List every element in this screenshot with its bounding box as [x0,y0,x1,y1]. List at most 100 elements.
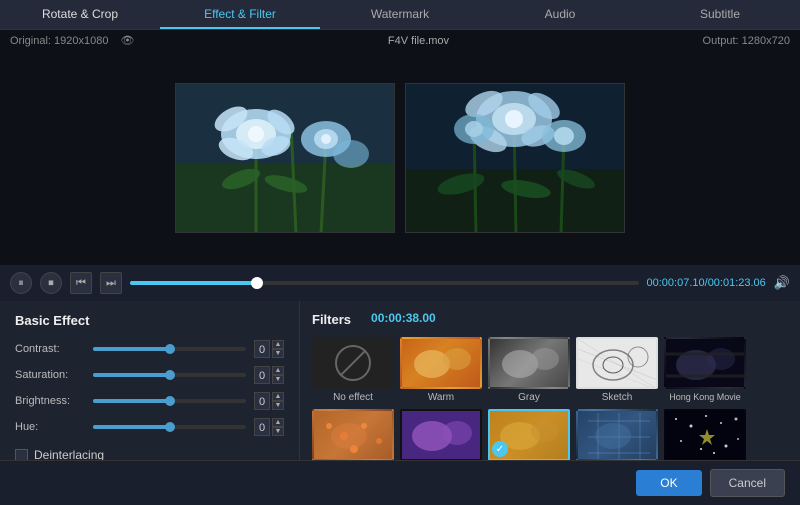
contrast-row: Contrast: 0 ▲ ▼ [15,340,284,358]
prev-frame-button[interactable]: ⏮ [70,272,92,294]
contrast-slider[interactable] [93,347,246,351]
original-size-label: Original: 1920x1080 [10,35,108,47]
filters-title: Filters [312,312,351,327]
saturation-label: Saturation: [15,369,85,381]
progress-handle[interactable] [251,277,263,289]
hue-down[interactable]: ▼ [272,427,284,436]
contrast-slider-handle[interactable] [165,344,175,354]
pause-button[interactable]: ⏸ [10,272,32,294]
preview-area: Original: 1920x1080 👁 F4V file.mov Outpu… [0,30,800,265]
tab-audio[interactable]: Audio [480,0,640,29]
coordinates-preview-svg [578,411,658,460]
filter-orange-dots[interactable]: Orange Dots [312,409,394,460]
filter-warm[interactable]: Warm [400,337,482,403]
file-name-label: F4V file.mov [388,35,449,47]
filter-purple[interactable]: Purple [400,409,482,460]
filter-coordinates[interactable]: Coordinates [576,409,658,460]
main-content: Original: 1920x1080 👁 F4V file.mov Outpu… [0,30,800,505]
filter-label-gray: Gray [518,392,540,403]
sketch-preview-svg [578,339,658,389]
cancel-button[interactable]: Cancel [710,469,785,497]
brightness-label: Brightness: [15,395,85,407]
tab-watermark[interactable]: Watermark [320,0,480,29]
contrast-spinner[interactable]: ▲ ▼ [272,340,284,358]
preview-info-bar: Original: 1920x1080 👁 F4V file.mov Outpu… [0,30,800,51]
time-display: 00:00:07.10/00:01:23.06 [647,277,766,289]
hue-row: Hue: 0 ▲ ▼ [15,418,284,436]
hue-up[interactable]: ▲ [272,418,284,427]
progress-bar[interactable] [130,281,639,285]
saturation-down[interactable]: ▼ [272,375,284,384]
gray-preview-svg [490,339,570,389]
filter-stars[interactable]: Stars [664,409,746,460]
output-size-label: Output: 1280x720 [703,35,790,47]
tab-subtitle[interactable]: Subtitle [640,0,800,29]
contrast-slider-fill [93,347,170,351]
filter-label-warm: Warm [428,392,454,403]
controls-bar: ⏸ ⏹ ⏮ ⏭ 00:00:07.10/00:01:23.06 🔊 [0,265,800,301]
brightness-up[interactable]: ▲ [272,392,284,401]
saturation-spinner[interactable]: ▲ ▼ [272,366,284,384]
contrast-label: Contrast: [15,343,85,355]
stop-button[interactable]: ⏹ [40,272,62,294]
stars-preview-svg [666,411,746,460]
brightness-down[interactable]: ▼ [272,401,284,410]
deinterlacing-row: Deinterlacing [15,448,284,460]
filter-label-sketch: Sketch [602,392,633,403]
filter-selected-check: ✓ [492,441,508,457]
saturation-up[interactable]: ▲ [272,366,284,375]
filter-label-no-effect: No effect [333,392,373,403]
hue-spinner[interactable]: ▲ ▼ [272,418,284,436]
brightness-slider-fill [93,399,170,403]
brightness-value: 0 ▲ ▼ [254,392,284,410]
filter-thumb-stars [664,409,746,460]
hue-slider-handle[interactable] [165,422,175,432]
filter-no-effect[interactable]: No effect [312,337,394,403]
hk-preview-svg [666,339,746,389]
brightness-num: 0 [254,392,270,410]
no-effect-icon [335,345,371,381]
contrast-value: 0 ▲ ▼ [254,340,284,358]
bottom-panel: Basic Effect Contrast: 0 ▲ ▼ Satu [0,301,800,460]
tab-effect-filter[interactable]: Effect & Filter [160,0,320,29]
brightness-spinner[interactable]: ▲ ▼ [272,392,284,410]
progress-fill [130,281,257,285]
ok-button[interactable]: OK [636,470,701,496]
volume-icon[interactable]: 🔊 [774,275,790,291]
deinterlacing-checkbox[interactable] [15,449,28,461]
contrast-up[interactable]: ▲ [272,340,284,349]
basic-effect-panel: Basic Effect Contrast: 0 ▲ ▼ Satu [0,301,300,460]
brightness-row: Brightness: 0 ▲ ▼ [15,392,284,410]
hue-num: 0 [254,418,270,436]
tab-rotate-crop[interactable]: Rotate & Crop [0,0,160,29]
hue-slider[interactable] [93,425,246,429]
hue-label: Hue: [15,421,85,433]
hue-value: 0 ▲ ▼ [254,418,284,436]
filter-thumb-hk [664,337,746,389]
preview-videos [0,51,800,265]
filter-plain[interactable]: ✓ Plain [488,409,570,460]
eye-icon[interactable]: 👁 [120,34,134,47]
deinterlacing-label: Deinterlacing [34,448,104,460]
contrast-down[interactable]: ▼ [272,349,284,358]
filter-label-hk: Hong Kong Movie [669,392,741,402]
orange-preview-svg [314,411,394,460]
filter-thumb-plain: ✓ [488,409,570,460]
contrast-num: 0 [254,340,270,358]
saturation-num: 0 [254,366,270,384]
brightness-slider-handle[interactable] [165,396,175,406]
saturation-slider-fill [93,373,170,377]
filter-thumb-gray [488,337,570,389]
filter-thumb-purple [400,409,482,460]
filter-hk-movie[interactable]: Hong Kong Movie [664,337,746,403]
filters-panel: Filters 00:00:38.00 No effect [300,301,800,460]
warm-preview-svg [402,339,482,389]
saturation-slider[interactable] [93,373,246,377]
time-marker: 00:00:38.00 [371,311,436,325]
filter-thumb-sketch [576,337,658,389]
next-frame-button[interactable]: ⏭ [100,272,122,294]
saturation-slider-handle[interactable] [165,370,175,380]
filter-sketch[interactable]: Sketch [576,337,658,403]
brightness-slider[interactable] [93,399,246,403]
filter-gray[interactable]: Gray [488,337,570,403]
